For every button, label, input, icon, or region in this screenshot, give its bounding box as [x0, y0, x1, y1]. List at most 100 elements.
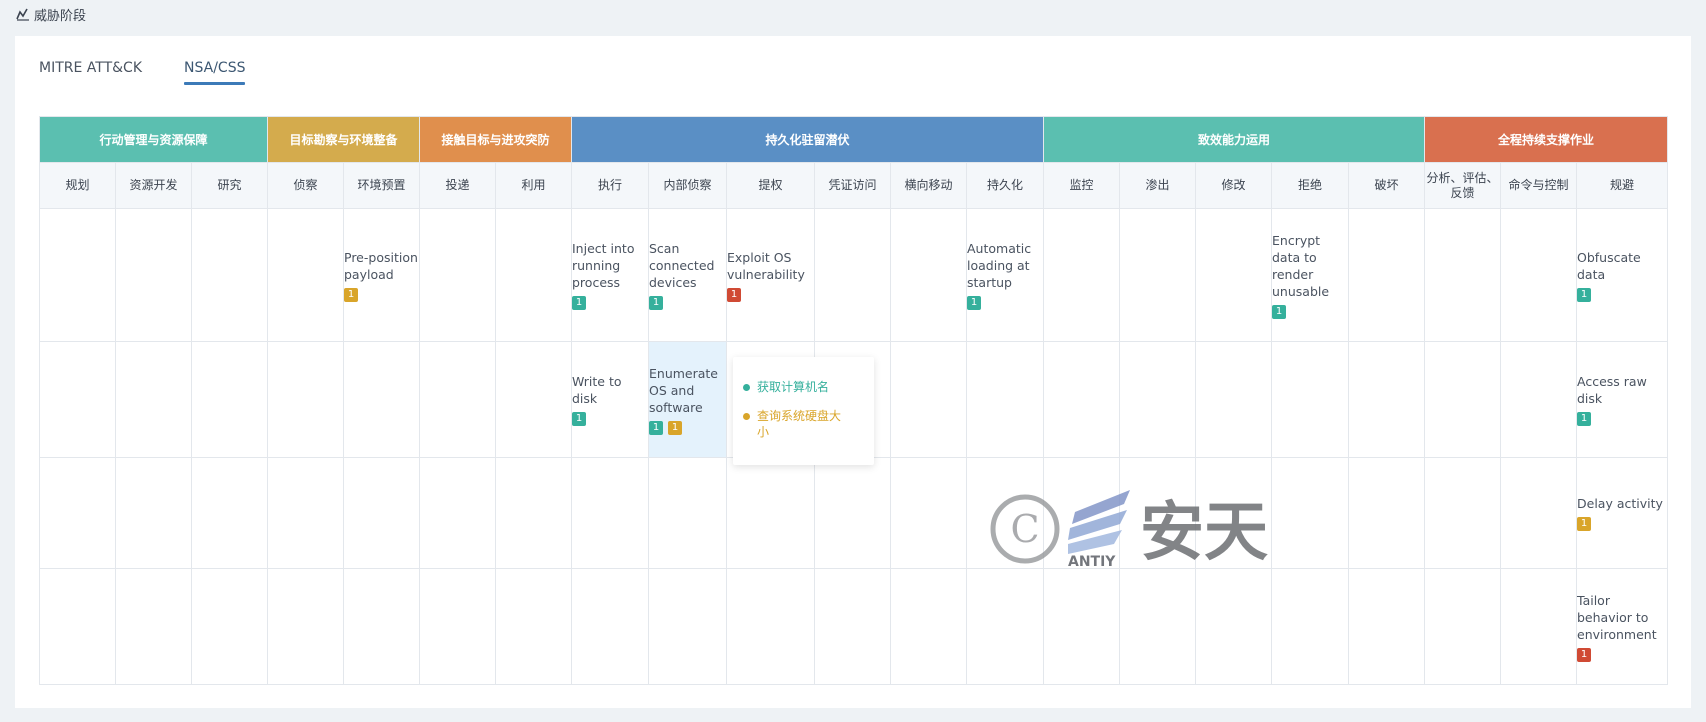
technique-name: Obfuscate data: [1577, 249, 1641, 282]
technique-cell[interactable]: Encrypt data to render unusable 1: [1271, 208, 1349, 342]
empty-cell: [39, 341, 116, 458]
technique-cell[interactable]: Enumerate OS and software 1 1: [648, 341, 727, 458]
count-badge[interactable]: 1: [572, 296, 586, 310]
technique-cell[interactable]: Exploit OS vulnerability 1: [726, 208, 815, 342]
empty-cell: [115, 208, 192, 342]
empty-cell: [1119, 341, 1196, 458]
empty-cell: [890, 568, 967, 685]
empty-cell: [39, 208, 116, 342]
empty-cell: [648, 457, 727, 569]
empty-cell: [267, 208, 344, 342]
tactic-header: 投递: [419, 162, 496, 209]
technique-name: Automatic loading at startup: [967, 241, 1032, 290]
empty-cell: [648, 568, 727, 685]
tactic-header: 利用: [495, 162, 572, 209]
count-badge[interactable]: 1: [967, 296, 981, 310]
tactic-header: 执行: [571, 162, 649, 209]
bullet-dot-icon: [743, 413, 750, 420]
empty-cell: [1043, 208, 1120, 342]
technique-row: Delay activity 1: [39, 457, 1668, 569]
count-badge[interactable]: 1: [649, 296, 663, 310]
empty-cell: [39, 457, 116, 569]
empty-cell: [966, 341, 1044, 458]
count-badge[interactable]: 1: [1577, 412, 1591, 426]
empty-cell: [495, 208, 572, 342]
empty-cell: [890, 457, 967, 569]
count-badge[interactable]: 1: [1577, 287, 1591, 302]
technique-cell[interactable]: Scan connected devices 1: [648, 208, 727, 342]
popup-item-label: 查询系统硬盘大小: [757, 409, 842, 439]
technique-popup: 获取计算机名 查询系统硬盘大小: [733, 357, 874, 465]
count-badge[interactable]: 1: [649, 420, 663, 435]
count-badge[interactable]: 1: [1577, 647, 1591, 662]
technique-name: Inject into running process: [572, 241, 635, 290]
empty-cell: [1271, 568, 1349, 685]
tactic-header: 监控: [1043, 162, 1120, 209]
badge-group: 1: [1272, 304, 1348, 319]
tactic-header: 凭证访问: [814, 162, 891, 209]
popup-item[interactable]: 查询系统硬盘大小: [743, 408, 852, 440]
technique-name: Enumerate OS and software: [649, 365, 719, 415]
badge-group: 1: [1577, 517, 1667, 531]
technique-name: Access raw disk: [1577, 374, 1647, 406]
count-badge[interactable]: 1: [668, 420, 682, 435]
technique-row: Tailor behavior to environment 1: [39, 568, 1668, 685]
empty-cell: [1424, 457, 1501, 569]
empty-cell: [191, 341, 268, 458]
badge-group: 1: [1577, 647, 1667, 662]
technique-cell[interactable]: Obfuscate data 1: [1576, 208, 1668, 342]
count-badge[interactable]: 1: [727, 287, 741, 302]
count-badge[interactable]: 1: [572, 412, 586, 426]
empty-cell: [1500, 208, 1577, 342]
empty-cell: [966, 568, 1044, 685]
tactic-header: 横向移动: [890, 162, 967, 209]
empty-cell: [343, 568, 420, 685]
phase-header: 全程持续支撑作业: [1424, 116, 1668, 163]
antiy-watermark: C ANTIY 安天: [990, 490, 1268, 568]
empty-cell: [191, 457, 268, 569]
technique-cell[interactable]: Tailor behavior to environment 1: [1576, 568, 1668, 685]
empty-cell: [419, 208, 496, 342]
count-badge[interactable]: 1: [1272, 304, 1286, 319]
empty-cell: [1348, 341, 1425, 458]
tab-nsa-css[interactable]: NSA/CSS: [184, 60, 246, 85]
empty-cell: [343, 341, 420, 458]
empty-cell: [1500, 341, 1577, 458]
technique-cell[interactable]: Delay activity 1: [1576, 457, 1668, 569]
empty-cell: [419, 341, 496, 458]
popup-item[interactable]: 获取计算机名: [743, 379, 852, 395]
phase-header: 持久化驻留潜伏: [571, 116, 1044, 163]
empty-cell: [495, 568, 572, 685]
phase-header: 接触目标与进攻突防: [419, 116, 572, 163]
badge-group: 1: [1577, 412, 1667, 426]
badge-group: 1: [572, 296, 648, 310]
tactic-header: 侦察: [267, 162, 344, 209]
empty-cell: [1271, 341, 1349, 458]
empty-cell: [419, 457, 496, 569]
empty-cell: [1119, 568, 1196, 685]
empty-cell: [495, 341, 572, 458]
tactic-header: 环境预置: [343, 162, 420, 209]
empty-cell: [1500, 457, 1577, 569]
tab-mitre-attack[interactable]: MITRE ATT&CK: [39, 60, 184, 85]
badge-group: 1: [572, 412, 648, 426]
tactic-header: 规避: [1576, 162, 1668, 209]
technique-cell[interactable]: Access raw disk 1: [1576, 341, 1668, 458]
empty-cell: [1348, 457, 1425, 569]
tactic-header: 内部侦察: [648, 162, 727, 209]
technique-cell[interactable]: Pre-position payload 1: [343, 208, 420, 342]
tactic-header: 资源开发: [115, 162, 192, 209]
tactic-row: 规划 资源开发 研究 侦察 环境预置 投递 利用 执行 内部侦察 提权 凭证访问 横向移动 持久化 监控渗…: [39, 162, 1668, 209]
technique-cell[interactable]: Inject into running process 1: [571, 208, 649, 342]
count-badge[interactable]: 1: [1577, 517, 1591, 531]
technique-cell[interactable]: Automatic loading at startup 1: [966, 208, 1044, 342]
technique-cell[interactable]: Write to disk 1: [571, 341, 649, 458]
empty-cell: [1500, 568, 1577, 685]
empty-cell: [191, 208, 268, 342]
tactic-header: 提权: [726, 162, 815, 209]
tactic-header: 渗出: [1119, 162, 1196, 209]
empty-cell: [571, 568, 649, 685]
count-badge[interactable]: 1: [344, 287, 358, 302]
empty-cell: [267, 457, 344, 569]
empty-cell: [1043, 341, 1120, 458]
